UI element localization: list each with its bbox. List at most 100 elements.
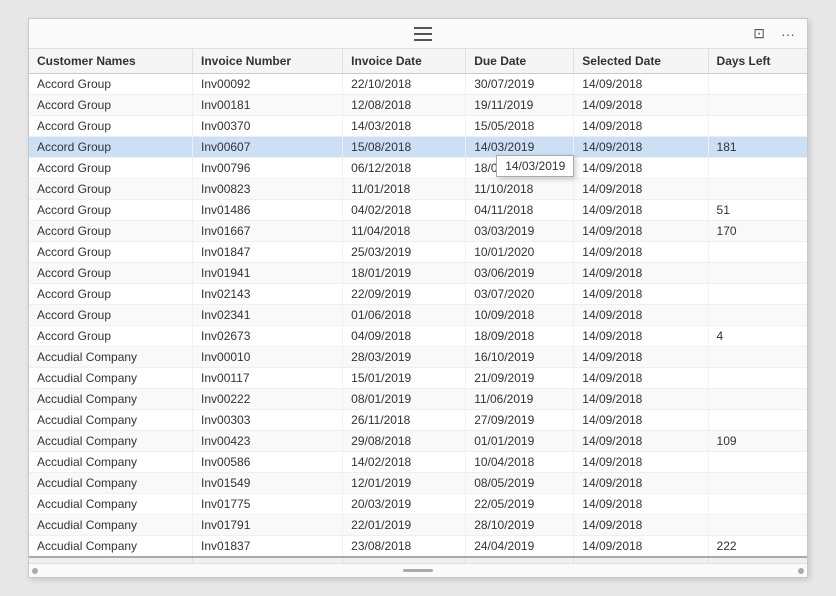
cell-due-date: 19/11/2019 [466, 95, 574, 116]
cell-days-left [708, 242, 807, 263]
cell-customer: Accord Group [29, 200, 193, 221]
cell-due-date: 22/05/2019 [466, 494, 574, 515]
cell-customer: Accudial Company [29, 515, 193, 536]
cell-customer: Accudial Company [29, 473, 193, 494]
cell-customer: Accord Group [29, 284, 193, 305]
table-row: Accudial CompanyInv0001028/03/201916/10/… [29, 347, 807, 368]
topbar-center [414, 25, 432, 43]
cell-invoice: Inv00423 [193, 431, 343, 452]
cell-due-date: 18/09/2018 [466, 326, 574, 347]
table-header-row: Customer Names Invoice Number Invoice Da… [29, 49, 807, 74]
cell-invoice: Inv01549 [193, 473, 343, 494]
cell-invoice-date: 08/01/2019 [343, 389, 466, 410]
footer-invoice-number [193, 557, 343, 563]
cell-due-date: 10/04/2018 [466, 452, 574, 473]
cell-selected-date: 14/09/2018 [574, 347, 708, 368]
resize-handle-br[interactable] [795, 565, 807, 577]
cell-invoice-date: 22/10/2018 [343, 74, 466, 95]
cell-days-left [708, 347, 807, 368]
table-row: Accudial CompanyInv0042329/08/201801/01/… [29, 431, 807, 452]
cell-invoice: Inv00303 [193, 410, 343, 431]
cell-days-left [708, 389, 807, 410]
resize-handle-bl[interactable] [29, 565, 41, 577]
cell-days-left [708, 515, 807, 536]
col-header-invoice-date[interactable]: Invoice Date [343, 49, 466, 74]
table-container[interactable]: Customer Names Invoice Number Invoice Da… [29, 49, 807, 563]
cell-invoice: Inv00796 [193, 158, 343, 179]
cell-invoice: Inv00370 [193, 116, 343, 137]
table-row: Accudial CompanyInv0179122/01/201928/10/… [29, 515, 807, 536]
col-header-days-left[interactable]: Days Left [708, 49, 807, 74]
table-row: Accord GroupInv0184725/03/201910/01/2020… [29, 242, 807, 263]
cell-selected-date: 14/09/2018 [574, 137, 708, 158]
cell-selected-date: 14/09/2018 [574, 410, 708, 431]
cell-customer: Accudial Company [29, 494, 193, 515]
table-row: Accudial CompanyInv0011715/01/201921/09/… [29, 368, 807, 389]
cell-customer: Accudial Company [29, 431, 193, 452]
cell-customer: Accudial Company [29, 536, 193, 558]
cell-customer: Accord Group [29, 116, 193, 137]
cell-invoice-date: 22/09/2019 [343, 284, 466, 305]
col-header-customer-names[interactable]: Customer Names [29, 49, 193, 74]
more-options-icon[interactable]: ··· [777, 24, 799, 44]
cell-days-left [708, 284, 807, 305]
data-table: Customer Names Invoice Number Invoice Da… [29, 49, 807, 563]
cell-invoice: Inv01847 [193, 242, 343, 263]
col-header-selected-date[interactable]: Selected Date [574, 49, 708, 74]
footer-days-left [708, 557, 807, 563]
cell-days-left [708, 473, 807, 494]
cell-invoice: Inv01837 [193, 536, 343, 558]
cell-days-left [708, 158, 807, 179]
cell-invoice-date: 20/03/2019 [343, 494, 466, 515]
cell-due-date: 14/03/201914/03/2019 [466, 137, 574, 158]
cell-invoice-date: 11/01/2018 [343, 179, 466, 200]
cell-customer: Accord Group [29, 242, 193, 263]
cell-selected-date: 14/09/2018 [574, 326, 708, 347]
footer-selected-date: 14/09/2018 [574, 557, 708, 563]
cell-customer: Accord Group [29, 305, 193, 326]
cell-invoice: Inv00222 [193, 389, 343, 410]
cell-days-left [708, 95, 807, 116]
cell-days-left: 222 [708, 536, 807, 558]
cell-invoice: Inv02143 [193, 284, 343, 305]
cell-invoice: Inv00010 [193, 347, 343, 368]
cell-selected-date: 14/09/2018 [574, 95, 708, 116]
cell-days-left [708, 74, 807, 95]
cell-selected-date: 14/09/2018 [574, 515, 708, 536]
cell-invoice-date: 14/02/2018 [343, 452, 466, 473]
cell-selected-date: 14/09/2018 [574, 431, 708, 452]
col-header-invoice-number[interactable]: Invoice Number [193, 49, 343, 74]
cell-customer: Accord Group [29, 221, 193, 242]
cell-customer: Accord Group [29, 74, 193, 95]
table-row: Accord GroupInv0037014/03/201815/05/2018… [29, 116, 807, 137]
cell-invoice-date: 01/06/2018 [343, 305, 466, 326]
cell-selected-date: 14/09/2018 [574, 158, 708, 179]
hamburger-icon[interactable] [414, 25, 432, 43]
cell-invoice-date: 15/01/2019 [343, 368, 466, 389]
expand-icon[interactable]: ⊡ [749, 23, 769, 44]
cell-due-date: 15/05/2018 [466, 116, 574, 137]
resize-handle-bottom[interactable] [403, 569, 433, 572]
cell-invoice: Inv02673 [193, 326, 343, 347]
cell-selected-date: 14/09/2018 [574, 368, 708, 389]
cell-selected-date: 14/09/2018 [574, 389, 708, 410]
cell-due-date: 24/04/2019 [466, 536, 574, 558]
cell-due-date: 27/09/2019 [466, 410, 574, 431]
cell-invoice: Inv00181 [193, 95, 343, 116]
cell-selected-date: 14/09/2018 [574, 116, 708, 137]
table-row: Accudial CompanyInv0058614/02/201810/04/… [29, 452, 807, 473]
cell-customer: Accord Group [29, 137, 193, 158]
cell-due-date: 01/01/2019 [466, 431, 574, 452]
cell-selected-date: 14/09/2018 [574, 179, 708, 200]
cell-customer: Accudial Company [29, 347, 193, 368]
cell-invoice: Inv01791 [193, 515, 343, 536]
cell-days-left [708, 452, 807, 473]
table-row: Accudial CompanyInv0022208/01/201911/06/… [29, 389, 807, 410]
cell-due-date: 03/03/2019 [466, 221, 574, 242]
cell-selected-date: 14/09/2018 [574, 473, 708, 494]
cell-invoice-date: 11/04/2018 [343, 221, 466, 242]
col-header-due-date[interactable]: Due Date [466, 49, 574, 74]
cell-days-left: 109 [708, 431, 807, 452]
table-row: Accord GroupInv0234101/06/201810/09/2018… [29, 305, 807, 326]
cell-days-left [708, 179, 807, 200]
